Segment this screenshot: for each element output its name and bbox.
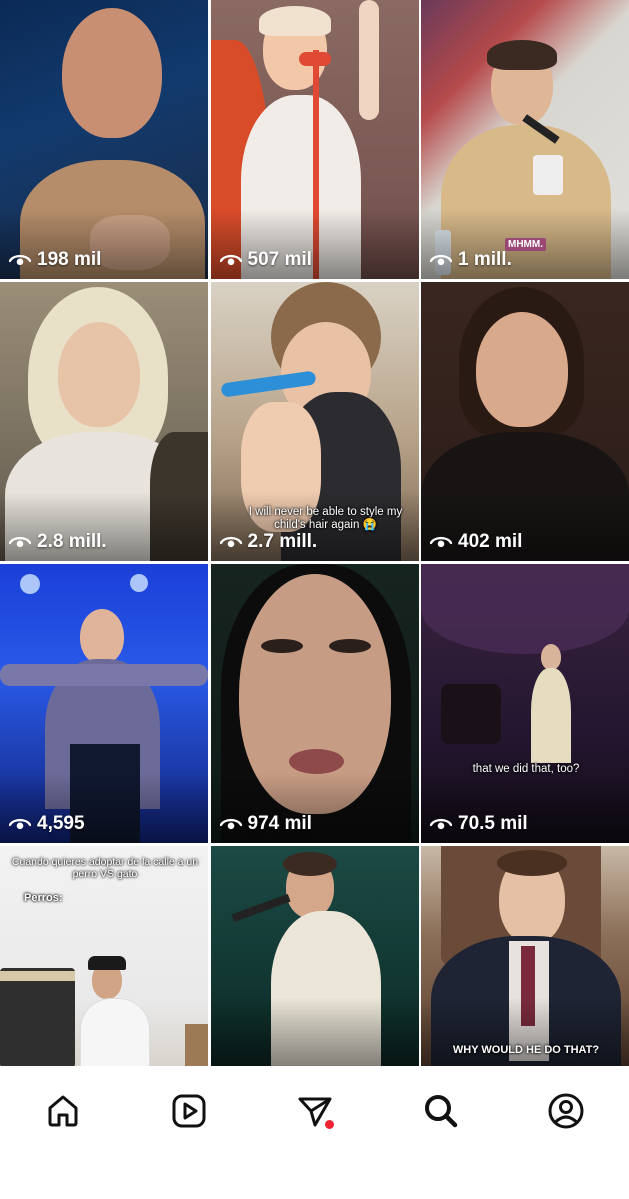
view-count-text: 70.5 mil	[458, 813, 528, 834]
nav-home-button[interactable]	[38, 1086, 88, 1136]
view-count: 974 mil	[219, 813, 312, 835]
nav-profile-button[interactable]	[541, 1086, 591, 1136]
eye-icon	[219, 254, 242, 266]
notification-dot	[325, 1120, 334, 1129]
reels-icon	[172, 1094, 206, 1128]
eye-icon	[9, 254, 31, 266]
explore-tile-12[interactable]: WHY WOULD HE DO THAT?	[421, 846, 629, 1066]
explore-tile-3[interactable]: MHMM. 1 mill.	[421, 0, 629, 279]
eye-icon	[430, 818, 452, 830]
view-count: 198 mil	[9, 249, 101, 271]
explore-tile-10[interactable]: Cuando quieres adoptar de la calle a un …	[0, 846, 208, 1066]
view-count: 2.8 mill.	[9, 531, 107, 553]
video-caption: Cuando quieres adoptar de la calle a un …	[11, 856, 199, 881]
explore-tile-11[interactable]	[210, 846, 419, 1066]
view-count: 4,595	[9, 813, 85, 835]
video-caption-secondary: Perros:	[24, 892, 63, 904]
explore-grid: 198 mil 507 mil MHMM. 1 mill. 2.8 mill. …	[0, 0, 629, 1066]
search-icon	[425, 1095, 458, 1128]
view-count-text: 1 mill.	[458, 249, 512, 270]
view-count-text: 198 mil	[37, 249, 102, 270]
view-count-text: 2.7 mill.	[247, 531, 318, 552]
explore-tile-9[interactable]: that we did that, too? 70.5 mil	[421, 564, 629, 843]
video-caption: I will never be able to style my child's…	[248, 506, 403, 532]
eye-icon	[430, 536, 452, 548]
explore-tile-8[interactable]: 974 mil	[210, 564, 419, 843]
video-caption: WHY WOULD HE DO THAT?	[452, 1044, 600, 1056]
bottom-navigation	[0, 1066, 629, 1199]
eye-icon	[430, 254, 452, 266]
explore-tile-7[interactable]: 4,595	[0, 564, 208, 843]
explore-tile-6[interactable]: 402 mil	[421, 282, 629, 561]
view-count-text: 974 mil	[247, 813, 312, 834]
view-count: 1 mill.	[430, 249, 512, 271]
eye-icon	[219, 536, 242, 548]
explore-tile-1[interactable]: 198 mil	[0, 0, 208, 279]
eye-icon	[9, 536, 31, 548]
explore-tile-4[interactable]: 2.8 mill.	[0, 282, 208, 561]
eye-icon	[219, 818, 242, 830]
view-count-text: 507 mil	[247, 249, 312, 270]
home-icon	[48, 1095, 78, 1127]
view-count: 507 mil	[219, 249, 312, 271]
nav-messages-button[interactable]	[290, 1086, 340, 1136]
nav-search-button[interactable]	[416, 1086, 466, 1136]
nav-reels-button[interactable]	[164, 1086, 214, 1136]
profile-icon	[548, 1093, 584, 1129]
view-count-text: 4,595	[37, 813, 85, 834]
view-count: 70.5 mil	[430, 813, 528, 835]
video-caption: that we did that, too?	[472, 763, 580, 775]
view-count: 2.7 mill.	[219, 531, 318, 553]
explore-tile-5[interactable]: I will never be able to style my child's…	[210, 282, 419, 561]
explore-tile-2[interactable]: 507 mil	[210, 0, 419, 279]
view-count-text: 2.8 mill.	[37, 531, 107, 552]
view-count: 402 mil	[430, 531, 522, 553]
view-count-text: 402 mil	[458, 531, 523, 552]
eye-icon	[9, 818, 31, 830]
